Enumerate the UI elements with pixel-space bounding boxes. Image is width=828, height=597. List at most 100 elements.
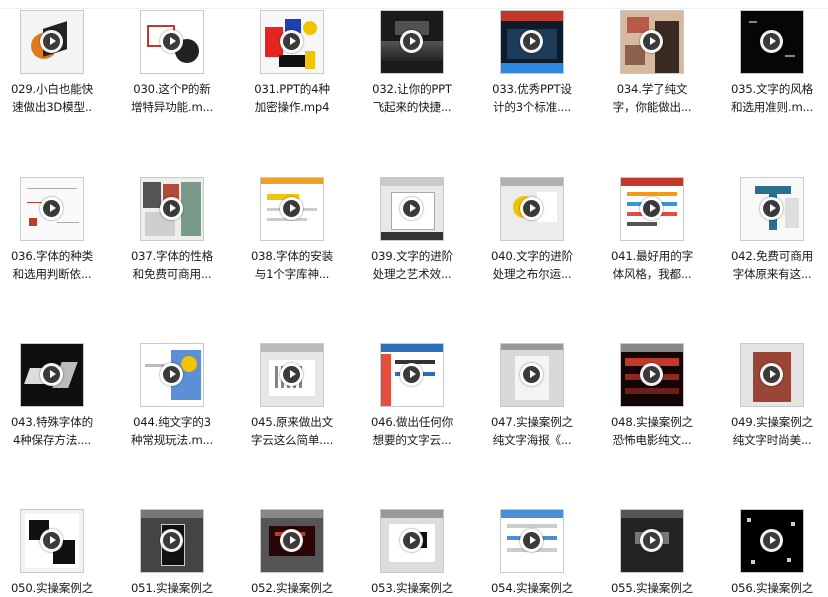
file-name-label: 039.文字的进阶 处理之艺术效... bbox=[356, 247, 468, 283]
play-icon bbox=[400, 197, 423, 220]
file-name-label: 054.实操案例之 bbox=[476, 579, 588, 597]
file-name-line: 4种保存方法.... bbox=[12, 433, 92, 447]
play-icon bbox=[280, 529, 303, 552]
video-thumbnail[interactable] bbox=[20, 509, 84, 573]
video-thumbnail[interactable] bbox=[380, 509, 444, 573]
file-name-line: 计的3个标准.... bbox=[492, 100, 572, 114]
file-name-line: 054.实操案例之 bbox=[491, 581, 573, 595]
file-name-line: 加密操作.mp4 bbox=[254, 100, 330, 114]
file-name-line: 029.小白也能快 bbox=[11, 82, 93, 96]
play-icon bbox=[40, 529, 63, 552]
video-thumbnail[interactable] bbox=[620, 10, 684, 74]
file-name-label: 040.文字的进阶 处理之布尔运... bbox=[476, 247, 588, 283]
file-name-line: 037.字体的性格 bbox=[131, 249, 213, 263]
file-name-line: 050.实操案例之 bbox=[11, 581, 93, 595]
video-thumbnail[interactable] bbox=[500, 10, 564, 74]
file-name-line: 和选用判断依... bbox=[12, 267, 92, 281]
play-icon bbox=[40, 197, 63, 220]
file-name-line: 049.实操案例之 bbox=[731, 415, 813, 429]
file-name-label: 035.文字的风格 和选用准则.m... bbox=[716, 80, 828, 116]
video-thumbnail[interactable] bbox=[140, 177, 204, 241]
file-name-line: 044.纯文字的3 bbox=[133, 415, 211, 429]
file-name-label: 043.特殊字体的 4种保存方法.... bbox=[0, 413, 108, 449]
play-icon bbox=[520, 30, 543, 53]
file-name-label: 051.实操案例之 bbox=[116, 579, 228, 597]
video-thumbnail[interactable] bbox=[620, 343, 684, 407]
file-name-line: 039.文字的进阶 bbox=[371, 249, 453, 263]
video-thumbnail[interactable] bbox=[740, 343, 804, 407]
video-thumbnail[interactable] bbox=[380, 343, 444, 407]
video-thumbnail[interactable] bbox=[140, 343, 204, 407]
file-name-line: 与1个字库神... bbox=[254, 267, 330, 281]
play-icon bbox=[760, 30, 783, 53]
file-name-label: 042.免费可商用 字体原来有这... bbox=[716, 247, 828, 283]
file-name-line: 035.文字的风格 bbox=[731, 82, 813, 96]
play-icon bbox=[640, 197, 663, 220]
file-name-label: 031.PPT的4种 加密操作.mp4 bbox=[236, 80, 348, 116]
video-thumbnail[interactable] bbox=[20, 10, 84, 74]
file-name-line: 速做出3D模型.. bbox=[12, 100, 92, 114]
file-name-line: 042.免费可商用 bbox=[731, 249, 813, 263]
file-name-line: 和选用准则.m... bbox=[730, 100, 813, 114]
play-icon bbox=[40, 30, 63, 53]
file-name-line: 045.原来做出文 bbox=[251, 415, 333, 429]
file-name-line: 030.这个P的新 bbox=[133, 82, 211, 96]
file-name-label: 041.最好用的字 体风格，我都... bbox=[596, 247, 708, 283]
file-name-label: 049.实操案例之 纯文字时尚美... bbox=[716, 413, 828, 449]
video-thumbnail[interactable] bbox=[380, 177, 444, 241]
file-name-label: 030.这个P的新 增特异功能.m... bbox=[116, 80, 228, 116]
play-icon bbox=[40, 363, 63, 386]
video-thumbnail[interactable] bbox=[620, 177, 684, 241]
video-thumbnail[interactable] bbox=[260, 509, 324, 573]
file-name-label: 048.实操案例之 恐怖电影纯文... bbox=[596, 413, 708, 449]
video-thumbnail[interactable] bbox=[500, 177, 564, 241]
video-thumbnail[interactable] bbox=[140, 509, 204, 573]
file-name-line: 恐怖电影纯文... bbox=[612, 433, 692, 447]
play-icon bbox=[520, 529, 543, 552]
file-name-line: 043.特殊字体的 bbox=[11, 415, 93, 429]
play-icon bbox=[280, 197, 303, 220]
file-name-line: 053.实操案例之 bbox=[371, 581, 453, 595]
video-thumbnail[interactable] bbox=[500, 343, 564, 407]
file-name-line: 纯文字时尚美... bbox=[732, 433, 812, 447]
file-name-line: 055.实操案例之 bbox=[611, 581, 693, 595]
video-thumbnail[interactable] bbox=[740, 509, 804, 573]
video-thumbnail[interactable] bbox=[140, 10, 204, 74]
file-name-label: 045.原来做出文 字云这么简单.... bbox=[236, 413, 348, 449]
file-name-line: 046.做出任何你 bbox=[371, 415, 453, 429]
file-name-label: 037.字体的性格 和免费可商用... bbox=[116, 247, 228, 283]
file-name-label: 033.优秀PPT设 计的3个标准.... bbox=[476, 80, 588, 116]
play-icon bbox=[640, 30, 663, 53]
file-name-line: 想要的文字云... bbox=[372, 433, 452, 447]
play-icon bbox=[760, 197, 783, 220]
video-thumbnail[interactable] bbox=[20, 177, 84, 241]
video-thumbnail[interactable] bbox=[740, 177, 804, 241]
file-name-line: 041.最好用的字 bbox=[611, 249, 693, 263]
play-icon bbox=[160, 30, 183, 53]
video-thumbnail[interactable] bbox=[20, 343, 84, 407]
play-icon bbox=[760, 363, 783, 386]
play-icon bbox=[640, 529, 663, 552]
file-name-label: 052.实操案例之 bbox=[236, 579, 348, 597]
play-icon bbox=[520, 197, 543, 220]
video-thumbnail[interactable] bbox=[500, 509, 564, 573]
video-thumbnail[interactable] bbox=[620, 509, 684, 573]
video-thumbnail[interactable] bbox=[260, 177, 324, 241]
file-name-line: 飞起来的快捷... bbox=[372, 100, 452, 114]
file-name-line: 034.学了纯文 bbox=[616, 82, 688, 96]
file-name-line: 051.实操案例之 bbox=[131, 581, 213, 595]
play-icon bbox=[760, 529, 783, 552]
play-icon bbox=[520, 363, 543, 386]
file-name-line: 处理之艺术效... bbox=[372, 267, 452, 281]
file-name-label: 055.实操案例之 bbox=[596, 579, 708, 597]
video-thumbnail[interactable] bbox=[380, 10, 444, 74]
play-icon bbox=[160, 197, 183, 220]
video-thumbnail[interactable] bbox=[260, 343, 324, 407]
file-name-label: 029.小白也能快 速做出3D模型.. bbox=[0, 80, 108, 116]
video-thumbnail[interactable] bbox=[260, 10, 324, 74]
file-name-label: 050.实操案例之 bbox=[0, 579, 108, 597]
file-grid: 029.小白也能快 速做出3D模型.. 030.这个P的新 增特异功能.m... 031… bbox=[0, 0, 828, 595]
play-icon bbox=[160, 529, 183, 552]
file-name-line: 增特异功能.m... bbox=[130, 100, 213, 114]
video-thumbnail[interactable] bbox=[740, 10, 804, 74]
